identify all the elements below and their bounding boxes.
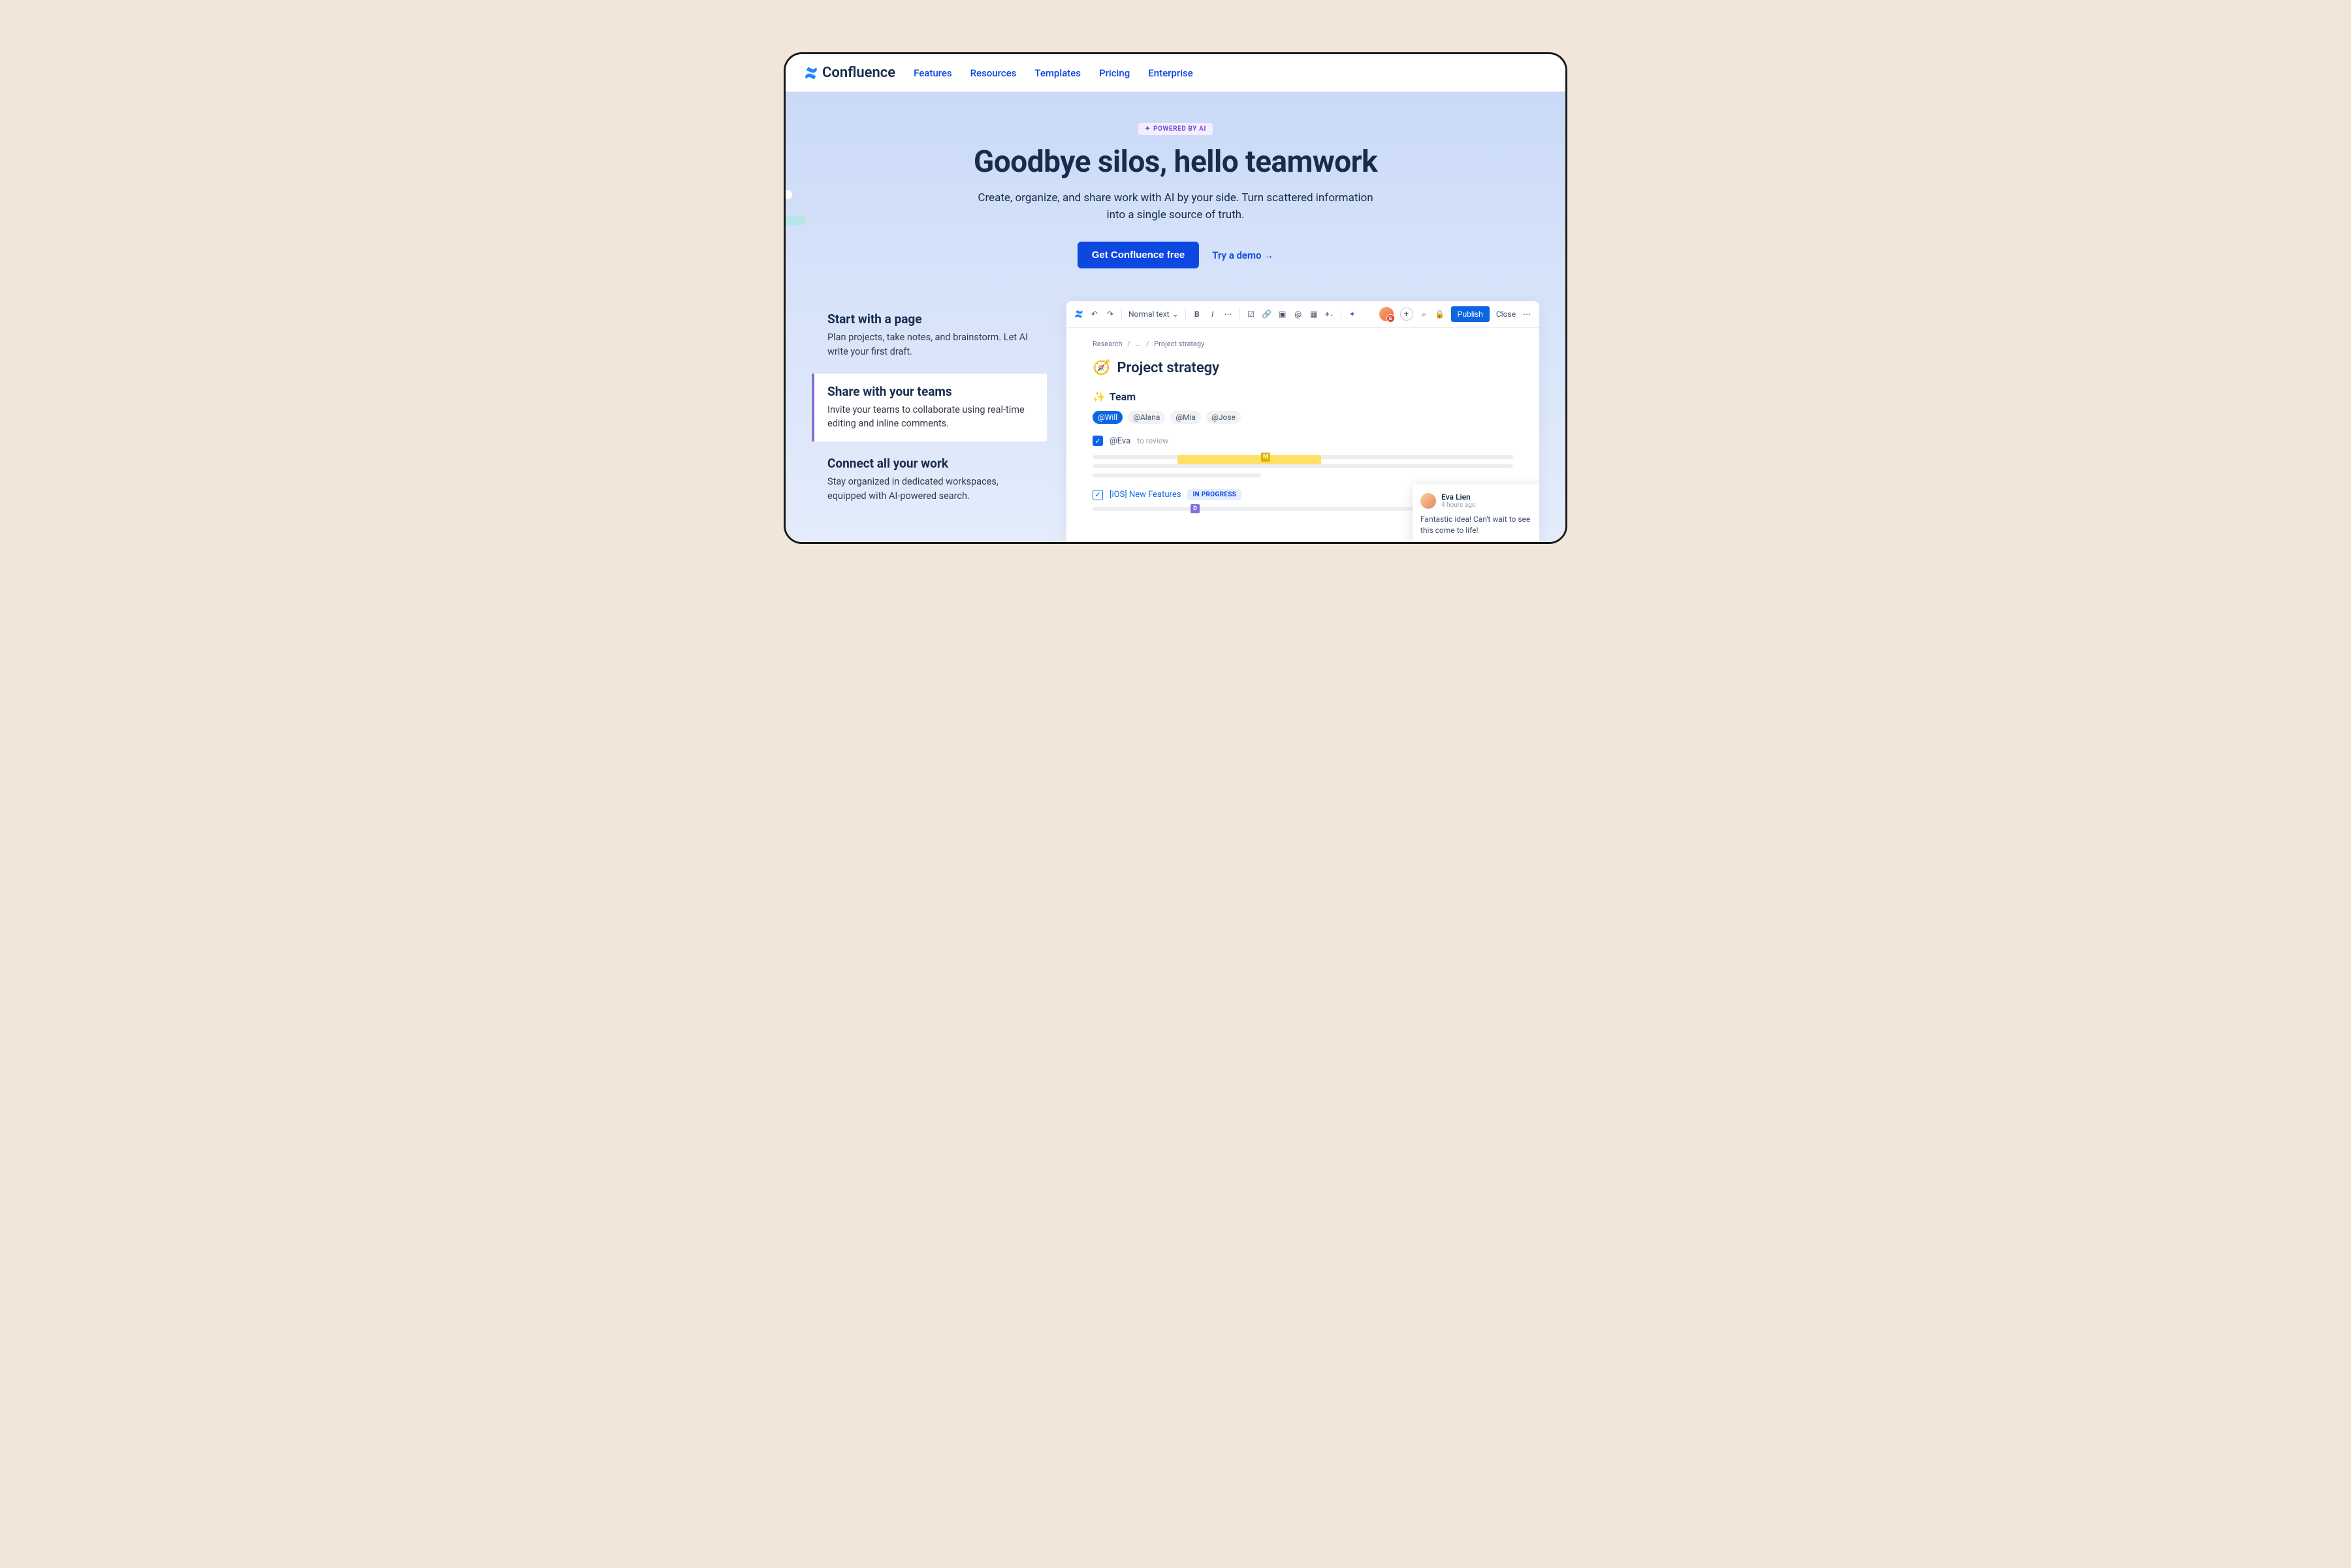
mention-alana[interactable]: @Alana — [1128, 411, 1165, 424]
collaborator-cursor-d: D — [1191, 504, 1200, 513]
feature-desc: Invite your teams to collaborate using r… — [827, 403, 1034, 432]
more-formatting-icon[interactable]: ⋯ — [1224, 310, 1233, 319]
breadcrumb-leaf: Project strategy — [1154, 340, 1204, 348]
toolbar-separator — [1121, 308, 1122, 320]
bold-icon[interactable]: B — [1192, 310, 1202, 319]
add-collaborator-button[interactable]: + — [1400, 308, 1413, 321]
team-heading: ✨ Team — [1093, 391, 1513, 403]
feature-connect-work[interactable]: Connect all your work Stay organized in … — [812, 445, 1047, 514]
breadcrumb-separator: / — [1146, 340, 1149, 348]
feature-desc: Stay organized in dedicated workspaces, … — [827, 475, 1034, 504]
nav-enterprise[interactable]: Enterprise — [1148, 67, 1192, 79]
inline-comment[interactable]: Eva Lien 4 hours ago Fantastic idea! Can… — [1413, 485, 1539, 542]
nav-resources[interactable]: Resources — [970, 67, 1017, 79]
decor-pill — [784, 190, 792, 199]
breadcrumb-mid[interactable]: ... — [1136, 340, 1142, 348]
image-icon[interactable]: ▣ — [1278, 310, 1287, 319]
placeholder-line — [1093, 464, 1513, 468]
text-style-label: Normal text — [1128, 310, 1170, 319]
team-heading-text: Team — [1110, 391, 1136, 403]
brand-name: Confluence — [822, 65, 895, 81]
placeholder-line — [1093, 473, 1261, 477]
status-pill: IN PROGRESS — [1187, 489, 1241, 500]
confluence-logo-icon — [804, 66, 818, 80]
mention-icon[interactable]: @ — [1294, 310, 1303, 319]
hero-title: Goodbye silos, hello teamwork — [940, 144, 1411, 180]
comment-avatar — [1420, 493, 1436, 509]
ai-sparkle-icon[interactable]: ✦ — [1348, 310, 1357, 319]
comment-author: Eva Lien — [1441, 492, 1476, 502]
nav-templates[interactable]: Templates — [1034, 67, 1081, 79]
compass-icon: 🧭 — [1093, 360, 1110, 376]
sparkle-icon: ✦ — [1145, 125, 1151, 133]
feature-share-teams[interactable]: Share with your teams Invite your teams … — [812, 374, 1047, 442]
confluence-logo[interactable]: Confluence — [804, 65, 895, 81]
feature-title: Start with a page — [827, 312, 1034, 327]
action-item-icon[interactable]: ☑ — [1247, 310, 1256, 319]
task-mention[interactable]: @Eva — [1110, 436, 1130, 446]
breadcrumb-root[interactable]: Research — [1093, 340, 1123, 348]
feature-desc: Plan projects, take notes, and brainstor… — [827, 330, 1034, 359]
mention-mia[interactable]: @Mia — [1170, 411, 1201, 424]
checkbox-outline-icon[interactable]: ✓ — [1093, 490, 1103, 500]
restrictions-icon[interactable]: 🔒 — [1435, 310, 1445, 319]
nav-pricing[interactable]: Pricing — [1099, 67, 1130, 79]
search-icon[interactable]: ⌕ — [1420, 310, 1429, 319]
more-actions-icon[interactable]: ⋯ — [1522, 310, 1531, 319]
publish-button[interactable]: Publish — [1451, 306, 1490, 322]
breadcrumb: Research / ... / Project strategy — [1093, 340, 1513, 348]
confluence-mark-icon[interactable] — [1074, 310, 1083, 319]
redo-icon[interactable]: ↷ — [1106, 310, 1115, 319]
hero-subtitle: Create, organize, and share work with AI… — [973, 190, 1378, 223]
document-title[interactable]: 🧭 Project strategy — [1093, 360, 1513, 376]
nav-features[interactable]: Features — [914, 67, 952, 79]
insert-icon[interactable]: +⌄ — [1325, 310, 1334, 319]
close-button[interactable]: Close — [1496, 310, 1516, 319]
decor-pill — [784, 216, 805, 225]
document-title-text: Project strategy — [1117, 360, 1219, 376]
browser-frame: Confluence Features Resources Templates … — [784, 52, 1567, 544]
top-nav: Confluence Features Resources Templates … — [786, 54, 1565, 92]
editor-toolbar: ↶ ↷ Normal text ⌄ B I ⋯ — [1066, 301, 1539, 328]
toolbar-separator — [1185, 308, 1186, 320]
collaborator-avatar[interactable] — [1379, 307, 1394, 321]
chevron-down-icon: ⌄ — [1172, 310, 1179, 319]
text-highlight — [1177, 455, 1321, 464]
editor-preview: ↶ ↷ Normal text ⌄ B I ⋯ — [1066, 301, 1539, 542]
feature-title: Share with your teams — [827, 384, 1034, 399]
subtask-label[interactable]: [iOS] New Features — [1110, 490, 1181, 500]
mention-jose[interactable]: @Jose — [1206, 411, 1241, 424]
italic-icon[interactable]: I — [1208, 310, 1217, 319]
link-icon[interactable]: 🔗 — [1262, 310, 1271, 319]
content-placeholder: M — [1093, 455, 1513, 477]
collaborator-cursor-m: M — [1261, 453, 1270, 462]
ai-badge-text: POWERED BY AI — [1153, 125, 1206, 133]
try-demo-link[interactable]: Try a demo → — [1212, 249, 1273, 261]
task-note: to review — [1137, 436, 1168, 445]
breadcrumb-separator: / — [1127, 340, 1130, 348]
get-free-button[interactable]: Get Confluence free — [1078, 242, 1200, 268]
task-row[interactable]: ✓ @Eva to review — [1093, 436, 1513, 446]
feature-start-page[interactable]: Start with a page Plan projects, take no… — [812, 301, 1047, 370]
mention-will[interactable]: @Will — [1093, 411, 1123, 424]
mention-list: @Will @Alana @Mia @Jose — [1093, 411, 1513, 424]
comment-time: 4 hours ago — [1441, 502, 1476, 509]
sparkles-icon: ✨ — [1093, 391, 1106, 403]
undo-icon[interactable]: ↶ — [1090, 310, 1099, 319]
checkbox-checked-icon[interactable]: ✓ — [1093, 436, 1103, 446]
feature-list: Start with a page Plan projects, take no… — [812, 301, 1047, 518]
table-icon[interactable]: ▦ — [1309, 310, 1319, 319]
text-style-select[interactable]: Normal text ⌄ — [1128, 310, 1179, 319]
toolbar-separator — [1239, 308, 1240, 320]
comment-body: Fantastic idea! Can't wait to see this c… — [1420, 514, 1535, 536]
feature-title: Connect all your work — [827, 456, 1034, 471]
hero-section: ✦ POWERED BY AI Goodbye silos, hello tea… — [786, 92, 1565, 542]
editor-body: Research / ... / Project strategy 🧭 Proj… — [1066, 328, 1539, 542]
ai-badge: ✦ POWERED BY AI — [1138, 123, 1213, 135]
